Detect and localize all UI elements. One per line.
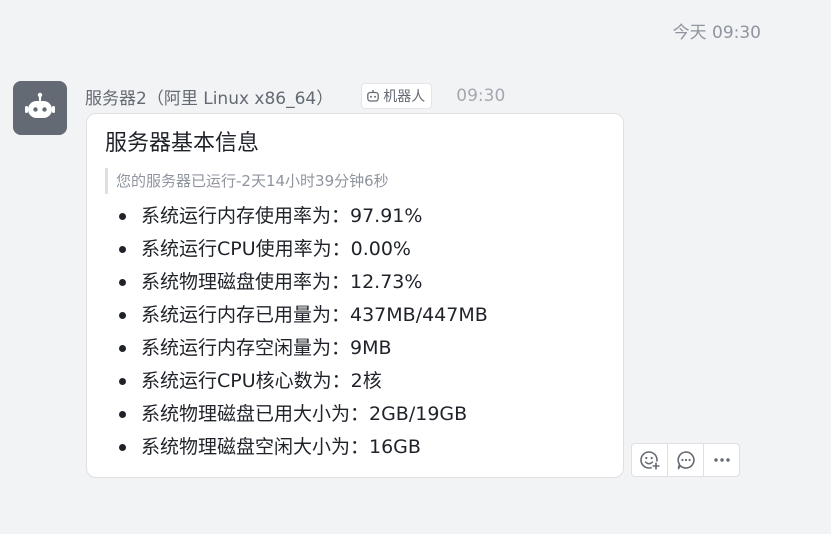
avatar[interactable]	[13, 81, 67, 135]
bullet-icon	[119, 411, 126, 418]
more-icon	[713, 458, 730, 462]
uptime-note: 您的服务器已运行-2天14小时39分钟6秒	[105, 168, 605, 194]
date-divider: 今天 09:30	[672, 23, 761, 43]
robot-tag-icon	[366, 89, 380, 103]
list-item-text: 系统运行内存使用率为：97.91%	[141, 205, 423, 227]
info-list: 系统运行内存使用率为：97.91% 系统运行CPU使用率为：0.00% 系统物理…	[105, 200, 605, 464]
message-card: 服务器基本信息 您的服务器已运行-2天14小时39分钟6秒 系统运行内存使用率为…	[86, 113, 624, 478]
robot-icon	[25, 92, 55, 118]
bullet-icon	[119, 345, 126, 352]
sender-name[interactable]: 服务器2（阿里 Linux x86_64）	[85, 84, 333, 109]
bot-tag: 机器人	[361, 83, 433, 109]
list-item-text: 系统运行内存空闲量为：9MB	[141, 337, 392, 359]
add-reaction-button[interactable]	[632, 444, 668, 476]
bullet-icon	[119, 312, 126, 319]
list-item-text: 系统运行CPU使用率为：0.00%	[141, 238, 411, 260]
card-title: 服务器基本信息	[105, 131, 260, 156]
list-item-text: 系统物理磁盘空闲大小为：16GB	[141, 436, 421, 458]
list-item-text: 系统物理磁盘使用率为：12.73%	[141, 271, 423, 293]
message-time: 09:30	[456, 86, 506, 106]
list-item: 系统物理磁盘已用大小为：2GB/19GB	[105, 398, 605, 431]
list-item: 系统物理磁盘使用率为：12.73%	[105, 266, 605, 299]
reply-button[interactable]	[668, 444, 704, 476]
list-item: 系统运行CPU使用率为：0.00%	[105, 233, 605, 266]
list-item: 系统物理磁盘空闲大小为：16GB	[105, 431, 605, 464]
add-reaction-icon	[639, 451, 661, 471]
list-item: 系统运行内存使用率为：97.91%	[105, 200, 605, 233]
list-item: 系统运行内存已用量为：437MB/447MB	[105, 299, 605, 332]
list-item-text: 系统运行内存已用量为：437MB/447MB	[141, 304, 488, 326]
list-item-text: 系统运行CPU核心数为：2核	[141, 370, 382, 392]
more-button[interactable]	[704, 444, 739, 476]
message-header: 服务器2（阿里 Linux x86_64） 机器人 09:30	[85, 83, 506, 109]
bullet-icon	[119, 246, 126, 253]
list-item: 系统运行CPU核心数为：2核	[105, 365, 605, 398]
message-actions	[631, 443, 740, 477]
bullet-icon	[119, 444, 126, 451]
bullet-icon	[119, 213, 126, 220]
reply-icon	[676, 451, 695, 470]
list-item-text: 系统物理磁盘已用大小为：2GB/19GB	[141, 403, 468, 425]
bot-tag-label: 机器人	[383, 89, 426, 105]
bullet-icon	[119, 279, 126, 286]
bullet-icon	[119, 378, 126, 385]
list-item: 系统运行内存空闲量为：9MB	[105, 332, 605, 365]
